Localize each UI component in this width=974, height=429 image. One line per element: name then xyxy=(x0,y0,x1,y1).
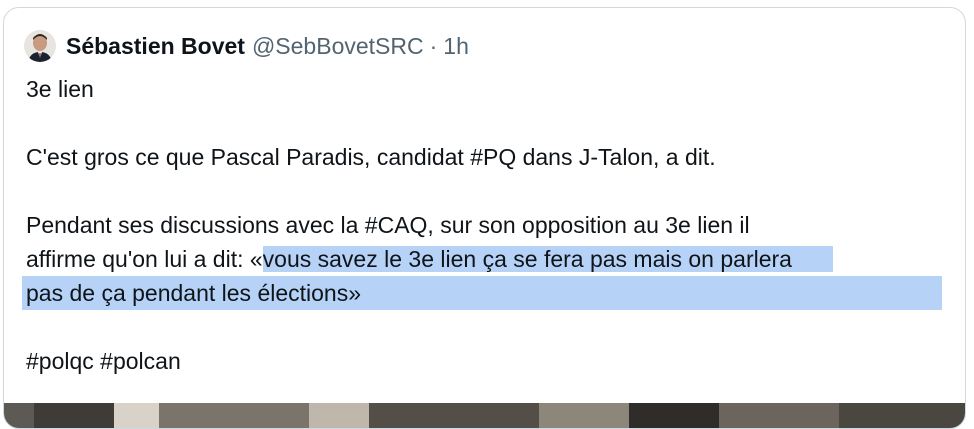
tweet-header: Sébastien Bovet @SebBovetSRC · 1h xyxy=(24,30,469,62)
meta-separator: · xyxy=(429,32,438,59)
tweet-line: 3e lien xyxy=(26,76,94,102)
tweet-text: 3e lien C'est gros ce que Pascal Paradis… xyxy=(22,72,946,378)
tweet-line-highlighted: affirme qu'on lui a dit: «vous savez le … xyxy=(26,242,946,276)
avatar[interactable] xyxy=(24,30,56,62)
avatar-portrait-icon xyxy=(24,30,56,62)
tweet-line: C'est gros ce que Pascal Paradis, candid… xyxy=(26,144,716,170)
author-name[interactable]: Sébastien Bovet xyxy=(66,33,245,60)
author-handle[interactable]: @SebBovetSRC xyxy=(252,33,424,60)
selected-text-line: pas de ça pendant les élections» xyxy=(22,276,942,310)
tweet-hashtags[interactable]: #polqc #polcan xyxy=(26,344,946,378)
tweet-text-plain: affirme qu'on lui a dit: « xyxy=(26,246,263,272)
media-preview[interactable] xyxy=(4,403,965,428)
selected-text: vous savez le 3e lien ça se fera pas mai… xyxy=(262,246,833,272)
tweet-card[interactable]: Sébastien Bovet @SebBovetSRC · 1h 3e lie… xyxy=(3,7,966,429)
tweet-line: Pendant ses discussions avec la #CAQ, su… xyxy=(26,212,750,238)
tweet-timestamp[interactable]: 1h xyxy=(443,33,469,60)
selected-text: pas de ça pendant les élections» xyxy=(26,280,362,306)
